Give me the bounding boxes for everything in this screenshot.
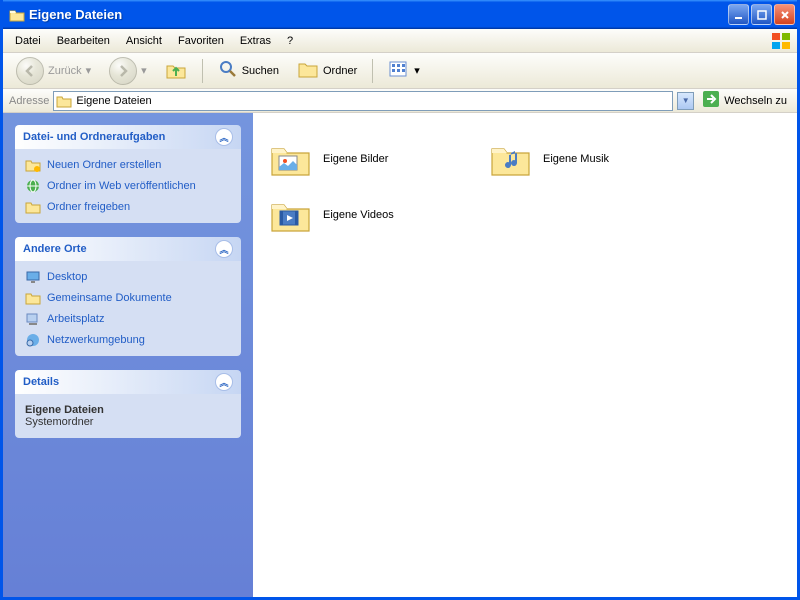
views-icon [388,60,410,81]
address-label: Adresse [9,95,49,107]
panel-header[interactable]: Datei- und Ordneraufgaben ︽ [15,125,241,149]
menu-file[interactable]: Datei [7,32,49,50]
address-value: Eigene Dateien [76,95,151,107]
titlebar: Eigene Dateien [3,0,797,29]
go-label: Wechseln zu [724,95,787,107]
my-computer-link[interactable]: Arbeitsplatz [25,311,231,327]
collapse-icon: ︽ [215,373,233,391]
chevron-down-icon: ▼ [682,96,690,105]
search-label: Suchen [242,65,279,77]
window-title: Eigene Dateien [29,7,728,22]
dropdown-icon: ▾ [86,64,92,77]
folder-icon [9,7,25,23]
back-arrow-icon [16,57,44,85]
go-arrow-icon [702,90,720,111]
menu-view[interactable]: Ansicht [118,32,170,50]
panel-body: Desktop Gemeinsame Dokumente Arbeitsplat… [15,261,241,356]
folder-pictures[interactable]: Eigene Bilder [265,131,485,187]
menu-extras[interactable]: Extras [232,32,279,50]
panel-title: Details [23,376,59,388]
shared-docs-link[interactable]: Gemeinsame Dokumente [25,290,231,306]
panel-title: Andere Orte [23,243,87,255]
folders-button[interactable]: Ordner [290,55,364,86]
other-places-panel: Andere Orte ︽ Desktop Gemeinsame Dokumen… [15,237,241,356]
music-folder-icon [489,139,533,179]
search-icon [218,59,238,82]
dropdown-icon: ▾ [141,64,147,77]
file-list-pane[interactable]: Eigene Bilder Eigene Musik Eigene Videos [253,113,797,597]
network-link[interactable]: Netzwerkumgebung [25,332,231,348]
menu-favorites[interactable]: Favoriten [170,32,232,50]
share-folder-icon [25,199,41,215]
address-bar: Adresse Eigene Dateien ▼ Wechseln zu [3,89,797,113]
folder-music[interactable]: Eigene Musik [485,131,705,187]
new-folder-icon [25,157,41,173]
file-tasks-panel: Datei- und Ordneraufgaben ︽ Neuen Ordner… [15,125,241,223]
folder-label: Eigene Bilder [323,153,388,165]
up-button[interactable] [158,54,194,87]
panel-body: Neuen Ordner erstellen Ordner im Web ver… [15,149,241,223]
desktop-link[interactable]: Desktop [25,269,231,285]
new-folder-link[interactable]: Neuen Ordner erstellen [25,157,231,173]
content-area: Datei- und Ordneraufgaben ︽ Neuen Ordner… [3,113,797,597]
folder-icon [56,93,72,109]
close-button[interactable] [774,4,795,25]
folder-icon [25,290,41,306]
back-button[interactable]: Zurück ▾ [9,53,98,89]
pictures-folder-icon [269,139,313,179]
publish-web-link[interactable]: Ordner im Web veröffentlichen [25,178,231,194]
task-sidebar: Datei- und Ordneraufgaben ︽ Neuen Ordner… [3,113,253,597]
menubar: Datei Bearbeiten Ansicht Favoriten Extra… [3,29,797,53]
separator [202,59,203,83]
folder-label: Eigene Musik [543,153,609,165]
panel-body: Eigene Dateien Systemordner [15,394,241,438]
panel-header[interactable]: Andere Orte ︽ [15,237,241,261]
videos-folder-icon [269,195,313,235]
dropdown-icon: ▾ [414,64,420,77]
forward-button[interactable]: ▾ [102,53,154,89]
globe-icon [25,178,41,194]
network-icon [25,332,41,348]
forward-arrow-icon [109,57,137,85]
folders-icon [297,59,319,82]
separator [372,59,373,83]
share-folder-link[interactable]: Ordner freigeben [25,199,231,215]
details-name: Eigene Dateien [25,404,231,416]
toolbar: Zurück ▾ ▾ Suchen Ordner ▾ [3,53,797,89]
views-button[interactable]: ▾ [381,56,427,85]
desktop-icon [25,269,41,285]
back-label: Zurück [48,65,82,77]
details-panel: Details ︽ Eigene Dateien Systemordner [15,370,241,438]
maximize-button[interactable] [751,4,772,25]
folder-videos[interactable]: Eigene Videos [265,187,485,243]
details-type: Systemordner [25,416,231,428]
windows-flag-icon [771,31,793,61]
panel-header[interactable]: Details ︽ [15,370,241,394]
address-input[interactable]: Eigene Dateien [53,91,673,111]
explorer-window: Eigene Dateien Datei Bearbeiten Ansicht … [0,0,800,600]
up-folder-icon [165,58,187,83]
minimize-button[interactable] [728,4,749,25]
menu-edit[interactable]: Bearbeiten [49,32,118,50]
search-button[interactable]: Suchen [211,55,286,86]
window-controls [728,4,795,25]
panel-title: Datei- und Ordneraufgaben [23,131,165,143]
go-button[interactable]: Wechseln zu [698,88,791,113]
folders-label: Ordner [323,65,357,77]
collapse-icon: ︽ [215,128,233,146]
collapse-icon: ︽ [215,240,233,258]
address-dropdown-button[interactable]: ▼ [677,92,694,110]
computer-icon [25,311,41,327]
folder-label: Eigene Videos [323,209,394,221]
menu-help[interactable]: ? [279,32,301,50]
